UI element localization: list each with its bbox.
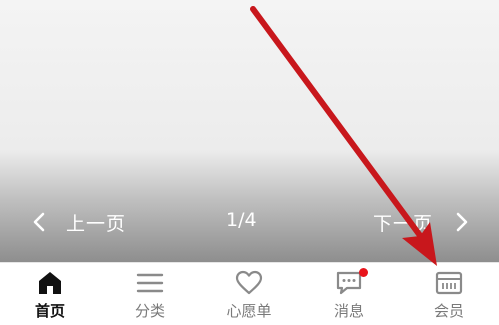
prev-page-button[interactable]: 上一页 xyxy=(32,208,126,236)
next-page-label: 下一页 xyxy=(372,212,433,235)
tab-category-label: 分类 xyxy=(134,302,165,320)
page-indicator: 1/4 xyxy=(226,209,257,231)
chevron-left-icon xyxy=(33,212,45,232)
member-card-icon xyxy=(435,271,463,295)
tab-wishlist[interactable]: 心愿单 xyxy=(199,263,299,325)
tab-messages[interactable]: 消息 xyxy=(299,263,399,325)
tab-home[interactable]: 首页 xyxy=(0,263,100,325)
menu-icon xyxy=(136,273,164,293)
pager-bar: 上一页 1/4 下一页 xyxy=(0,198,499,246)
heart-icon xyxy=(235,270,263,295)
tab-member-label: 会员 xyxy=(433,302,464,320)
unread-badge xyxy=(359,268,368,277)
tab-member[interactable]: 会员 xyxy=(399,263,499,325)
chevron-right-icon xyxy=(456,212,468,232)
tab-category[interactable]: 分类 xyxy=(100,263,200,325)
tab-wishlist-label: 心愿单 xyxy=(226,302,272,320)
home-icon xyxy=(39,272,61,294)
tab-home-label: 首页 xyxy=(34,302,65,320)
tab-messages-label: 消息 xyxy=(333,302,364,320)
bottom-tab-bar: 首页 分类 心愿单 消息 会员 xyxy=(0,262,499,325)
next-page-button[interactable]: 下一页 xyxy=(373,208,469,236)
prev-page-label: 上一页 xyxy=(66,212,127,235)
